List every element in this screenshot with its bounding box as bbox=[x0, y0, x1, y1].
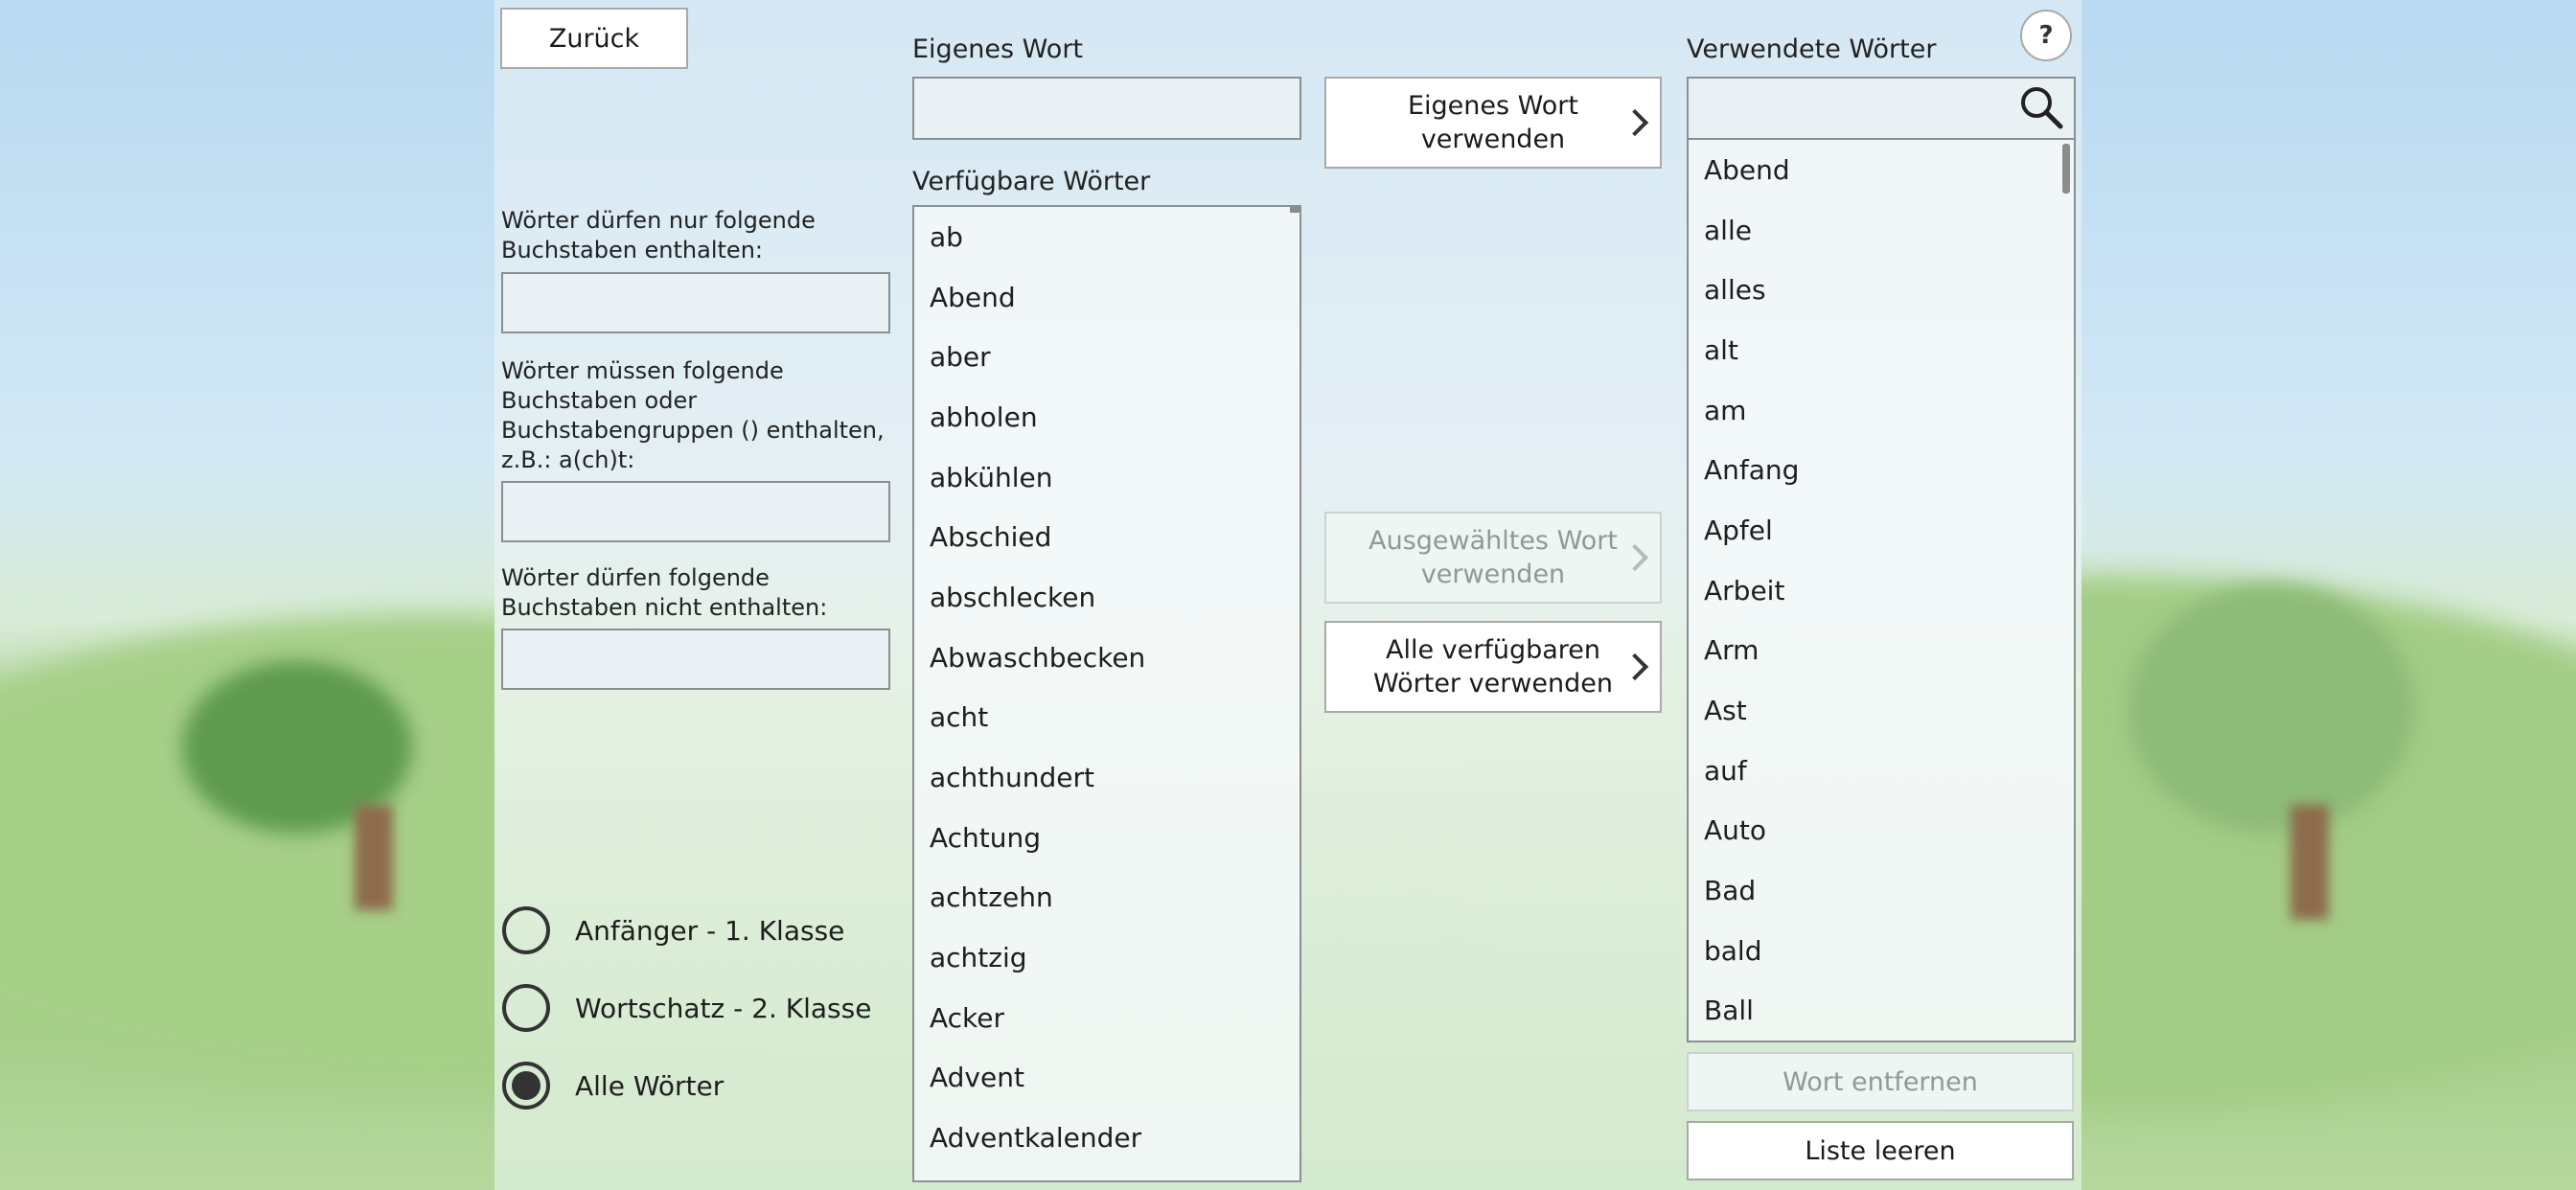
list-item[interactable]: Abend bbox=[914, 267, 1300, 328]
radio-dot bbox=[512, 1071, 540, 1100]
level-radio-vocabulary[interactable]: Wortschatz - 2. Klasse bbox=[502, 984, 871, 1032]
available-words-label: Verfügbare Wörter bbox=[912, 167, 1151, 196]
custom-word-input[interactable] bbox=[912, 77, 1301, 140]
clear-list-button[interactable]: Liste leeren bbox=[1687, 1121, 2074, 1180]
radio-circle-selected bbox=[502, 1062, 550, 1110]
level-label-all: Alle Wörter bbox=[575, 1069, 724, 1102]
list-item[interactable]: Bad bbox=[1689, 860, 2074, 921]
help-icon: ? bbox=[2038, 21, 2054, 50]
remove-word-label: Wort entfernen bbox=[1782, 1066, 1978, 1097]
list-item[interactable]: auf bbox=[1689, 741, 2074, 801]
list-item[interactable]: alt bbox=[1689, 320, 2074, 380]
list-item[interactable]: Abwaschbecken bbox=[914, 628, 1300, 688]
remove-word-button[interactable]: Wort entfernen bbox=[1687, 1052, 2074, 1111]
list-item[interactable]: Arbeit bbox=[1689, 561, 2074, 621]
chevron-right-icon bbox=[1621, 543, 1649, 572]
radio-circle bbox=[502, 906, 550, 954]
list-item[interactable]: Achtung bbox=[914, 808, 1300, 868]
list-item[interactable]: ab bbox=[914, 207, 1300, 267]
only-letters-input[interactable] bbox=[501, 272, 890, 333]
list-item[interactable]: bald bbox=[1689, 921, 2074, 981]
list-item[interactable]: Ball bbox=[1689, 981, 2074, 1041]
list-item[interactable]: am bbox=[1689, 380, 2074, 441]
use-all-words-button[interactable]: Alle verfügbaren Wörter verwenden bbox=[1324, 621, 1662, 713]
not-contain-input[interactable] bbox=[501, 629, 890, 690]
clear-list-label: Liste leeren bbox=[1805, 1135, 1956, 1166]
level-label-vocabulary: Wortschatz - 2. Klasse bbox=[575, 992, 872, 1024]
list-item[interactable]: Adventkalender bbox=[914, 1108, 1300, 1168]
list-item[interactable]: Abschied bbox=[914, 507, 1300, 567]
list-item[interactable]: achtzehn bbox=[914, 868, 1300, 928]
use-custom-word-button[interactable]: Eigenes Wort verwenden bbox=[1324, 77, 1662, 169]
list-item[interactable]: alle bbox=[1689, 200, 2074, 261]
list-item[interactable]: acht bbox=[914, 688, 1300, 748]
list-item[interactable]: Anfang bbox=[1689, 440, 2074, 500]
level-radio-all[interactable]: Alle Wörter bbox=[502, 1062, 724, 1110]
list-item[interactable]: abkühlen bbox=[914, 447, 1300, 508]
list-item[interactable]: Advent bbox=[914, 1048, 1300, 1109]
list-item[interactable]: Abend bbox=[1689, 140, 2074, 200]
custom-word-label: Eigenes Wort bbox=[912, 34, 1084, 64]
only-letters-label: Wörter dürfen nur folgende Buchstaben en… bbox=[501, 207, 816, 263]
use-selected-word-label: Ausgewähltes Wort verwenden bbox=[1368, 526, 1618, 589]
used-words-list[interactable]: Abend alle alles alt am Anfang Apfel Arbeit Arm A… bbox=[1687, 138, 2076, 1042]
use-custom-word-label: Eigenes Wort verwenden bbox=[1407, 91, 1578, 154]
list-item[interactable]: Acker bbox=[914, 988, 1300, 1048]
back-button[interactable]: Zurück bbox=[500, 8, 688, 69]
help-button[interactable]: ? bbox=[2020, 10, 2072, 61]
list-item[interactable]: achtzig bbox=[914, 927, 1300, 988]
radio-circle bbox=[502, 984, 550, 1032]
level-label-beginner: Anfänger - 1. Klasse bbox=[575, 914, 845, 947]
level-radio-beginner[interactable]: Anfänger - 1. Klasse bbox=[502, 906, 844, 954]
use-selected-word-button[interactable]: Ausgewähltes Wort verwenden bbox=[1324, 512, 1662, 604]
list-item[interactable]: Apfel bbox=[1689, 500, 2074, 561]
must-contain-label: Wörter müssen folgende Buchstaben oder B… bbox=[501, 357, 885, 473]
search-icon[interactable] bbox=[2018, 84, 2064, 130]
list-item[interactable]: Ast bbox=[1689, 680, 2074, 741]
list-item[interactable]: achthundert bbox=[914, 747, 1300, 808]
list-item[interactable]: abschlecken bbox=[914, 567, 1300, 628]
chevron-right-icon bbox=[1621, 652, 1649, 681]
available-words-list[interactable]: ab Abend aber abholen abkühlen Abschied abschl… bbox=[912, 205, 1301, 1182]
word-editor: Zurück Wörter dürfen nur folgende Buchst… bbox=[0, 0, 2576, 1190]
must-contain-input[interactable] bbox=[501, 481, 890, 542]
chevron-right-icon bbox=[1621, 108, 1649, 137]
list-item[interactable]: Auto bbox=[1689, 801, 2074, 861]
list-item[interactable]: alles bbox=[1689, 260, 2074, 320]
scrollbar[interactable] bbox=[2062, 144, 2070, 194]
scrollbar[interactable] bbox=[1290, 207, 1300, 213]
used-words-label: Verwendete Wörter bbox=[1687, 34, 1937, 64]
list-item[interactable]: aber bbox=[914, 327, 1300, 387]
list-item[interactable]: abholen bbox=[914, 387, 1300, 447]
back-button-label: Zurück bbox=[548, 23, 640, 54]
list-item[interactable]: Arm bbox=[1689, 621, 2074, 681]
use-all-words-label: Alle verfügbaren Wörter verwenden bbox=[1373, 635, 1613, 698]
not-contain-label: Wörter dürfen folgende Buchstaben nicht … bbox=[501, 564, 828, 621]
